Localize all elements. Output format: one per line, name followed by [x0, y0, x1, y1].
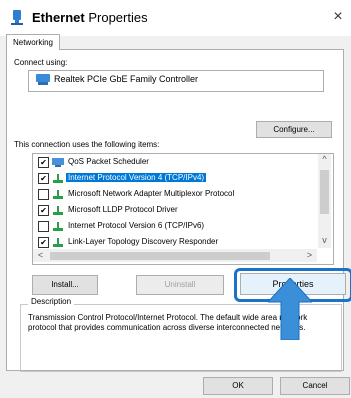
- list-item[interactable]: ✔ Link-Layer Topology Discovery Responde…: [36, 235, 316, 250]
- horizontal-scrollbar-thumb[interactable]: [50, 252, 270, 260]
- checkbox[interactable]: ✔: [38, 237, 49, 248]
- chevron-right-icon[interactable]: >: [303, 250, 316, 262]
- protocol-icon: [52, 206, 64, 215]
- list-item-label: Internet Protocol Version 6 (TCP/IPv6): [68, 221, 205, 230]
- checkbox[interactable]: [38, 221, 49, 232]
- checkbox[interactable]: [38, 189, 49, 200]
- checkbox[interactable]: ✔: [38, 157, 49, 168]
- connect-using-label: Connect using:: [14, 58, 68, 67]
- window-title-rest: Properties: [84, 10, 148, 25]
- install-button[interactable]: Install...: [32, 275, 98, 295]
- protocol-icon: [52, 238, 64, 247]
- window-title: Ethernet Properties: [32, 10, 148, 25]
- qos-icon: [52, 158, 64, 167]
- up-arrow-icon: [266, 277, 314, 341]
- uninstall-button[interactable]: Uninstall: [136, 275, 224, 295]
- list-item-label: Microsoft Network Adapter Multiplexor Pr…: [68, 189, 235, 198]
- list-item-label: Link-Layer Topology Discovery Responder: [68, 237, 219, 246]
- configure-button[interactable]: Configure...: [256, 121, 332, 138]
- list-item[interactable]: ✔ Microsoft LLDP Protocol Driver: [36, 203, 316, 218]
- adapter-name: Realtek PCIe GbE Family Controller: [54, 74, 199, 84]
- checkbox[interactable]: ✔: [38, 205, 49, 216]
- list-item[interactable]: Microsoft Network Adapter Multiplexor Pr…: [36, 187, 316, 202]
- list-item-label: QoS Packet Scheduler: [68, 157, 149, 166]
- scrollbar-thumb[interactable]: [320, 170, 329, 214]
- tab-networking[interactable]: Networking: [6, 34, 60, 50]
- window-title-bold: Ethernet: [32, 10, 85, 25]
- chevron-up-icon[interactable]: ^: [318, 154, 331, 167]
- protocol-icon: [52, 190, 64, 199]
- list-item-label: Internet Protocol Version 4 (TCP/IPv4): [66, 173, 207, 182]
- chevron-left-icon[interactable]: <: [34, 250, 47, 262]
- list-item[interactable]: ✔ QoS Packet Scheduler: [36, 155, 316, 170]
- network-card-icon: [36, 74, 50, 85]
- checkbox[interactable]: ✔: [38, 173, 49, 184]
- description-title: Description: [28, 297, 75, 306]
- protocol-icon: [52, 174, 64, 183]
- list-item-label: Microsoft LLDP Protocol Driver: [68, 205, 178, 214]
- items-label: This connection uses the following items…: [14, 140, 160, 149]
- network-adapter-icon: [10, 10, 24, 26]
- list-item-selected[interactable]: ✔ Internet Protocol Version 4 (TCP/IPv4): [36, 171, 316, 186]
- ok-button[interactable]: OK: [203, 377, 273, 395]
- cancel-button[interactable]: Cancel: [280, 377, 350, 395]
- list-item[interactable]: Internet Protocol Version 6 (TCP/IPv6): [36, 219, 316, 234]
- chevron-down-icon[interactable]: v: [318, 235, 331, 248]
- protocol-icon: [52, 222, 64, 231]
- close-icon[interactable]: ×: [328, 6, 348, 28]
